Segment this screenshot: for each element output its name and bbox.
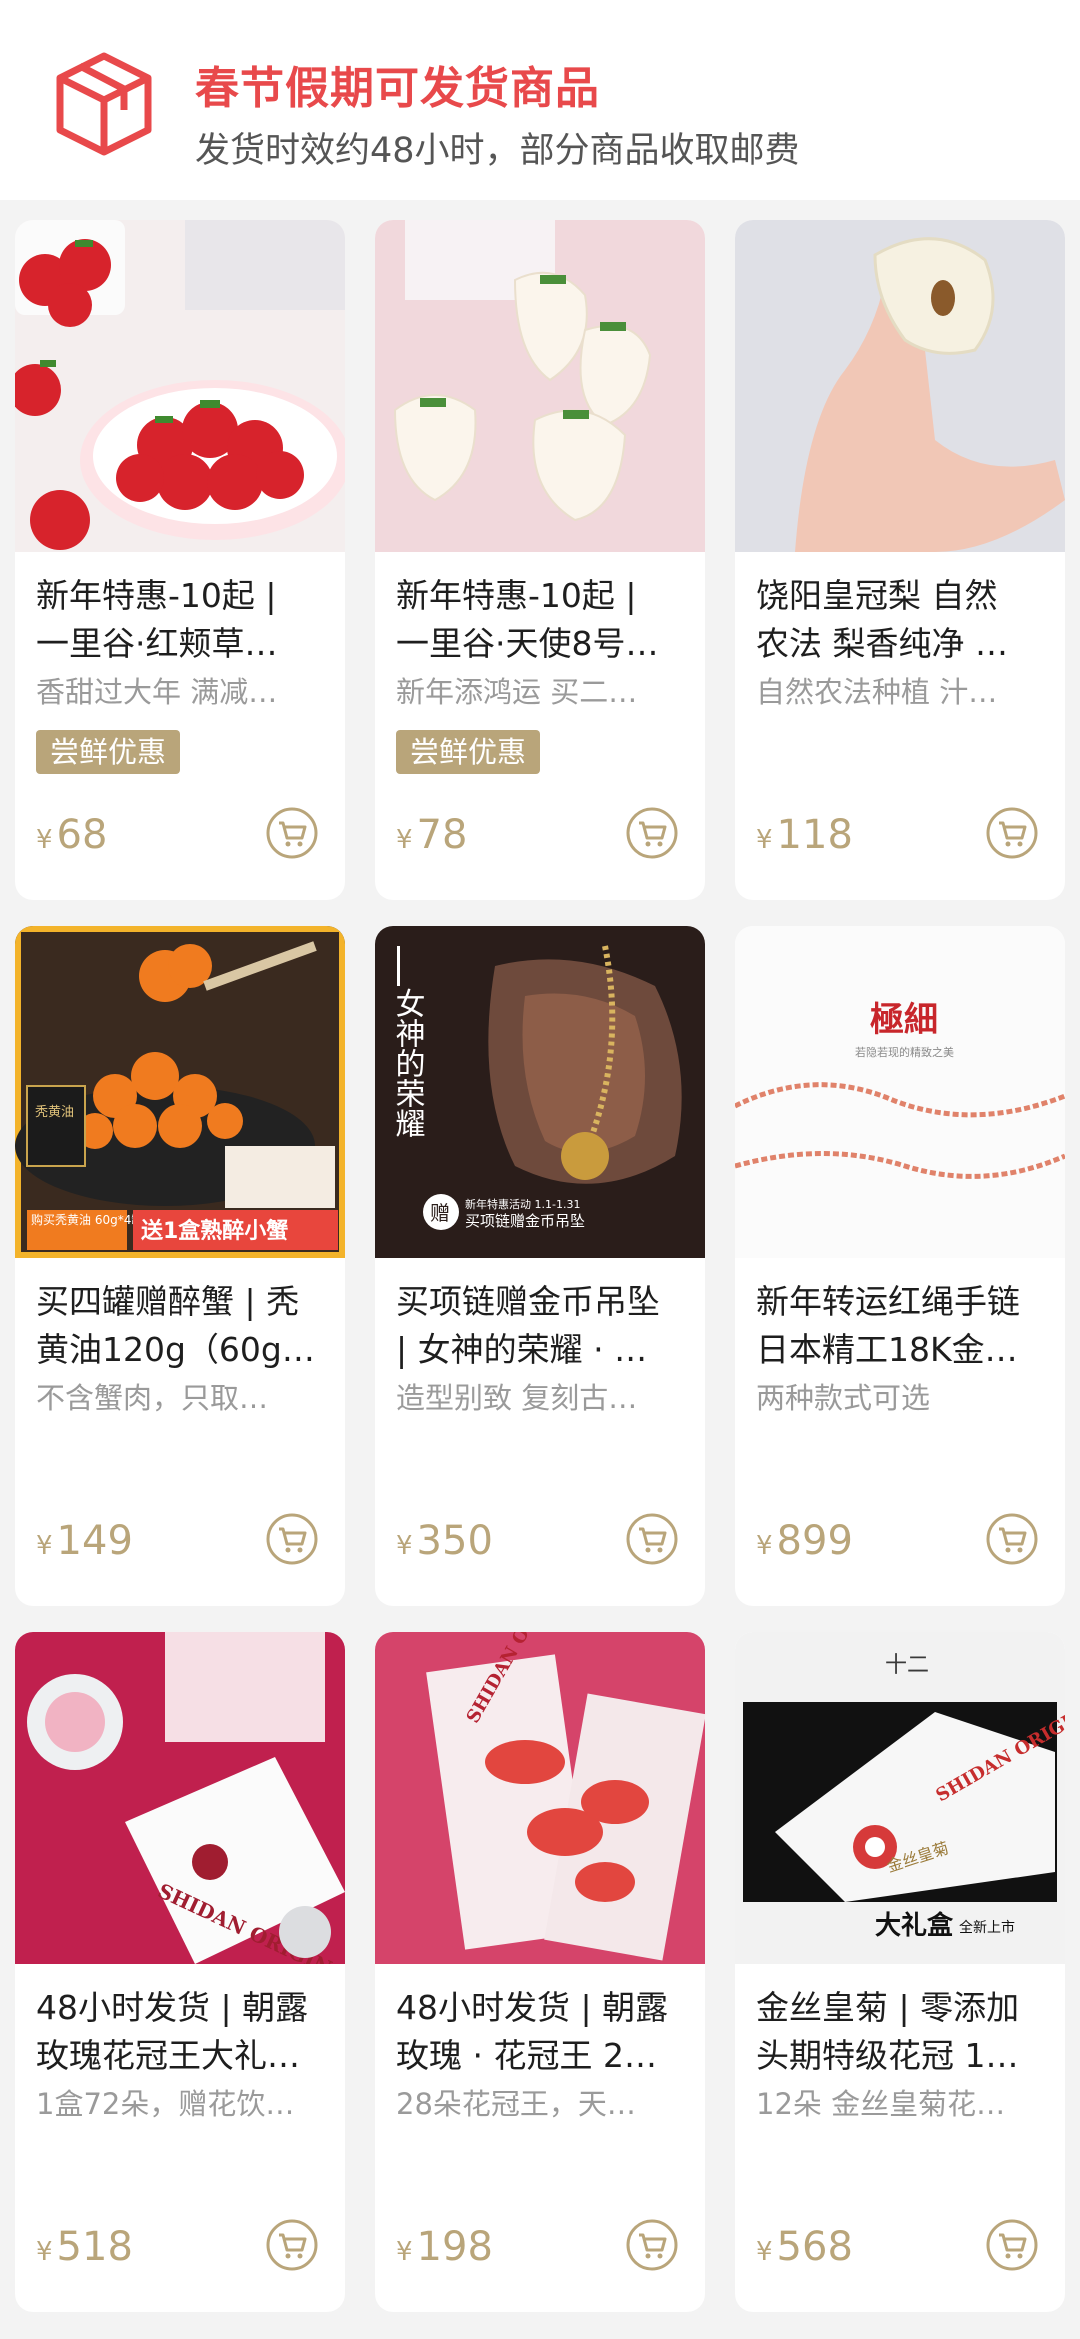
product-card[interactable]: 極細 若隐若现的精致之美 新年转运红绳手链 日本精工18K金… 两种款式可选 ¥… xyxy=(735,926,1065,1606)
banner-big: 大礼盒 xyxy=(875,1910,954,1941)
product-price: ¥149 xyxy=(36,1518,133,1564)
banner-new: 全新上市 xyxy=(959,1919,1015,1936)
bracelet-headline: 極細 xyxy=(870,1000,938,1040)
product-description: 12朵 金丝皇菊花… xyxy=(756,2087,1006,2121)
product-price: ¥78 xyxy=(396,812,468,858)
add-to-cart-icon[interactable] xyxy=(985,2218,1039,2272)
product-name[interactable]: 新年特惠-10起 | 一里谷·红颊草… xyxy=(36,572,328,668)
bracelet-tagline: 若隐若现的精致之美 xyxy=(855,1045,954,1059)
product-description: 1盒72朵，赠花饮… xyxy=(36,2087,295,2121)
product-name[interactable]: 48小时发货 | 朝露 玫瑰 · 花冠王 2… xyxy=(396,1984,688,2080)
crab-butter-image[interactable]: 秃黄油 购买秃黄油 60g*4罐 送1盒熟醉小蟹 xyxy=(15,926,345,1258)
add-to-cart-icon[interactable] xyxy=(625,806,679,860)
product-price: ¥518 xyxy=(36,2224,133,2270)
product-description: 不含蟹肉，只取… xyxy=(36,1381,269,1415)
add-to-cart-icon[interactable] xyxy=(265,2218,319,2272)
product-card[interactable]: 女神的荣耀 赠 新年特惠活动 1.1-1.31 买项链赠金币吊坠 买项链赠金币吊… xyxy=(375,926,705,1606)
product-name[interactable]: 饶阳皇冠梨 自然 农法 梨香纯净 … xyxy=(756,572,1048,668)
package-box-icon xyxy=(56,52,152,156)
product-price: ¥68 xyxy=(36,812,108,858)
product-description: 新年添鸿运 买二… xyxy=(396,675,638,709)
product-description: 28朵花冠王，天… xyxy=(396,2087,636,2121)
rose-tea-box-image[interactable]: SHIDAN ORIGINAL TEA xyxy=(375,1632,705,1964)
product-grid: 新年特惠-10起 | 一里谷·红颊草… 香甜过大年 满减… 尝鲜优惠 ¥68 新… xyxy=(15,220,1065,2312)
add-to-cart-icon[interactable] xyxy=(625,2218,679,2272)
product-card[interactable]: 秃黄油 购买秃黄油 60g*4罐 送1盒熟醉小蟹 买四罐赠醉蟹 | 秃 黄油12… xyxy=(15,926,345,1606)
product-price: ¥118 xyxy=(756,812,853,858)
product-card[interactable]: 新年特惠-10起 | 一里谷·天使8号… 新年添鸿运 买二… 尝鲜优惠 ¥78 xyxy=(375,220,705,900)
header-title: 春节假期可发货商品 xyxy=(195,63,600,114)
product-price: ¥899 xyxy=(756,1518,853,1564)
add-to-cart-icon[interactable] xyxy=(265,1512,319,1566)
product-name[interactable]: 新年转运红绳手链 日本精工18K金… xyxy=(756,1278,1048,1374)
header-subtitle: 发货时效约48小时，部分商品收取邮费 xyxy=(195,131,800,171)
gift-line: 买项链赠金币吊坠 xyxy=(465,1212,585,1230)
add-to-cart-icon[interactable] xyxy=(625,1512,679,1566)
product-name[interactable]: 新年特惠-10起 | 一里谷·天使8号… xyxy=(396,572,688,668)
top-char: 十二 xyxy=(885,1653,929,1678)
product-description: 香甜过大年 满减… xyxy=(36,675,278,709)
rose-tea-giftbox-image[interactable]: SHIDAN ORIGINAL TEA xyxy=(15,1632,345,1964)
necklace-image[interactable]: 女神的荣耀 赠 新年特惠活动 1.1-1.31 买项链赠金币吊坠 xyxy=(375,926,705,1258)
strawberry-white-image[interactable] xyxy=(375,220,705,552)
product-price: ¥350 xyxy=(396,1518,493,1564)
product-name[interactable]: 金丝皇菊 | 零添加 头期特级花冠 1… xyxy=(756,1984,1048,2080)
product-card[interactable]: 十二 SHIDAN ORIGINAL TEA 金丝皇菊 大礼盒 全新上市 金丝皇… xyxy=(735,1632,1065,2312)
product-price: ¥568 xyxy=(756,2224,853,2270)
pear-image[interactable] xyxy=(735,220,1065,552)
product-card[interactable]: SHIDAN ORIGINAL TEA 48小时发货 | 朝露 玫瑰花冠王大礼…… xyxy=(15,1632,345,2312)
product-description: 自然农法种植 汁… xyxy=(756,675,998,709)
page-header: 春节假期可发货商品 发货时效约48小时，部分商品收取邮费 xyxy=(0,0,1080,200)
add-to-cart-icon[interactable] xyxy=(985,806,1039,860)
product-name[interactable]: 买四罐赠醉蟹 | 秃 黄油120g（60g… xyxy=(36,1278,328,1374)
product-card[interactable]: SHIDAN ORIGINAL TEA 48小时发货 | 朝露 玫瑰 · 花冠王… xyxy=(375,1632,705,2312)
gift-char: 赠 xyxy=(430,1201,450,1225)
product-card[interactable]: 饶阳皇冠梨 自然 农法 梨香纯净 … 自然农法种植 汁… ¥118 xyxy=(735,220,1065,900)
event-line: 新年特惠活动 1.1-1.31 xyxy=(465,1197,580,1211)
right-badge: 送1盒熟醉小蟹 xyxy=(141,1218,288,1244)
product-price: ¥198 xyxy=(396,2224,493,2270)
left-badge: 购买秃黄油 60g*4罐 xyxy=(31,1212,143,1227)
chrysanthemum-tea-image[interactable]: 十二 SHIDAN ORIGINAL TEA 金丝皇菊 大礼盒 全新上市 xyxy=(735,1632,1065,1964)
add-to-cart-icon[interactable] xyxy=(265,806,319,860)
product-name[interactable]: 买项链赠金币吊坠 | 女神的荣耀 · … xyxy=(396,1278,688,1374)
product-description: 造型别致 复刻古… xyxy=(396,1381,638,1415)
product-name[interactable]: 48小时发货 | 朝露 玫瑰花冠王大礼… xyxy=(36,1984,328,2080)
add-to-cart-icon[interactable] xyxy=(985,1512,1039,1566)
product-card[interactable]: 新年特惠-10起 | 一里谷·红颊草… 香甜过大年 满减… 尝鲜优惠 ¥68 xyxy=(15,220,345,900)
promo-tag: 尝鲜优惠 xyxy=(396,730,541,774)
product-description: 两种款式可选 xyxy=(756,1381,931,1415)
vertical-title: 女神的荣耀 xyxy=(390,988,426,1138)
promo-tag: 尝鲜优惠 xyxy=(36,730,181,774)
bracelet-image[interactable]: 極細 若隐若现的精致之美 xyxy=(735,926,1065,1258)
strawberry-red-image[interactable] xyxy=(15,220,345,552)
jar-label: 秃黄油 xyxy=(35,1105,74,1120)
